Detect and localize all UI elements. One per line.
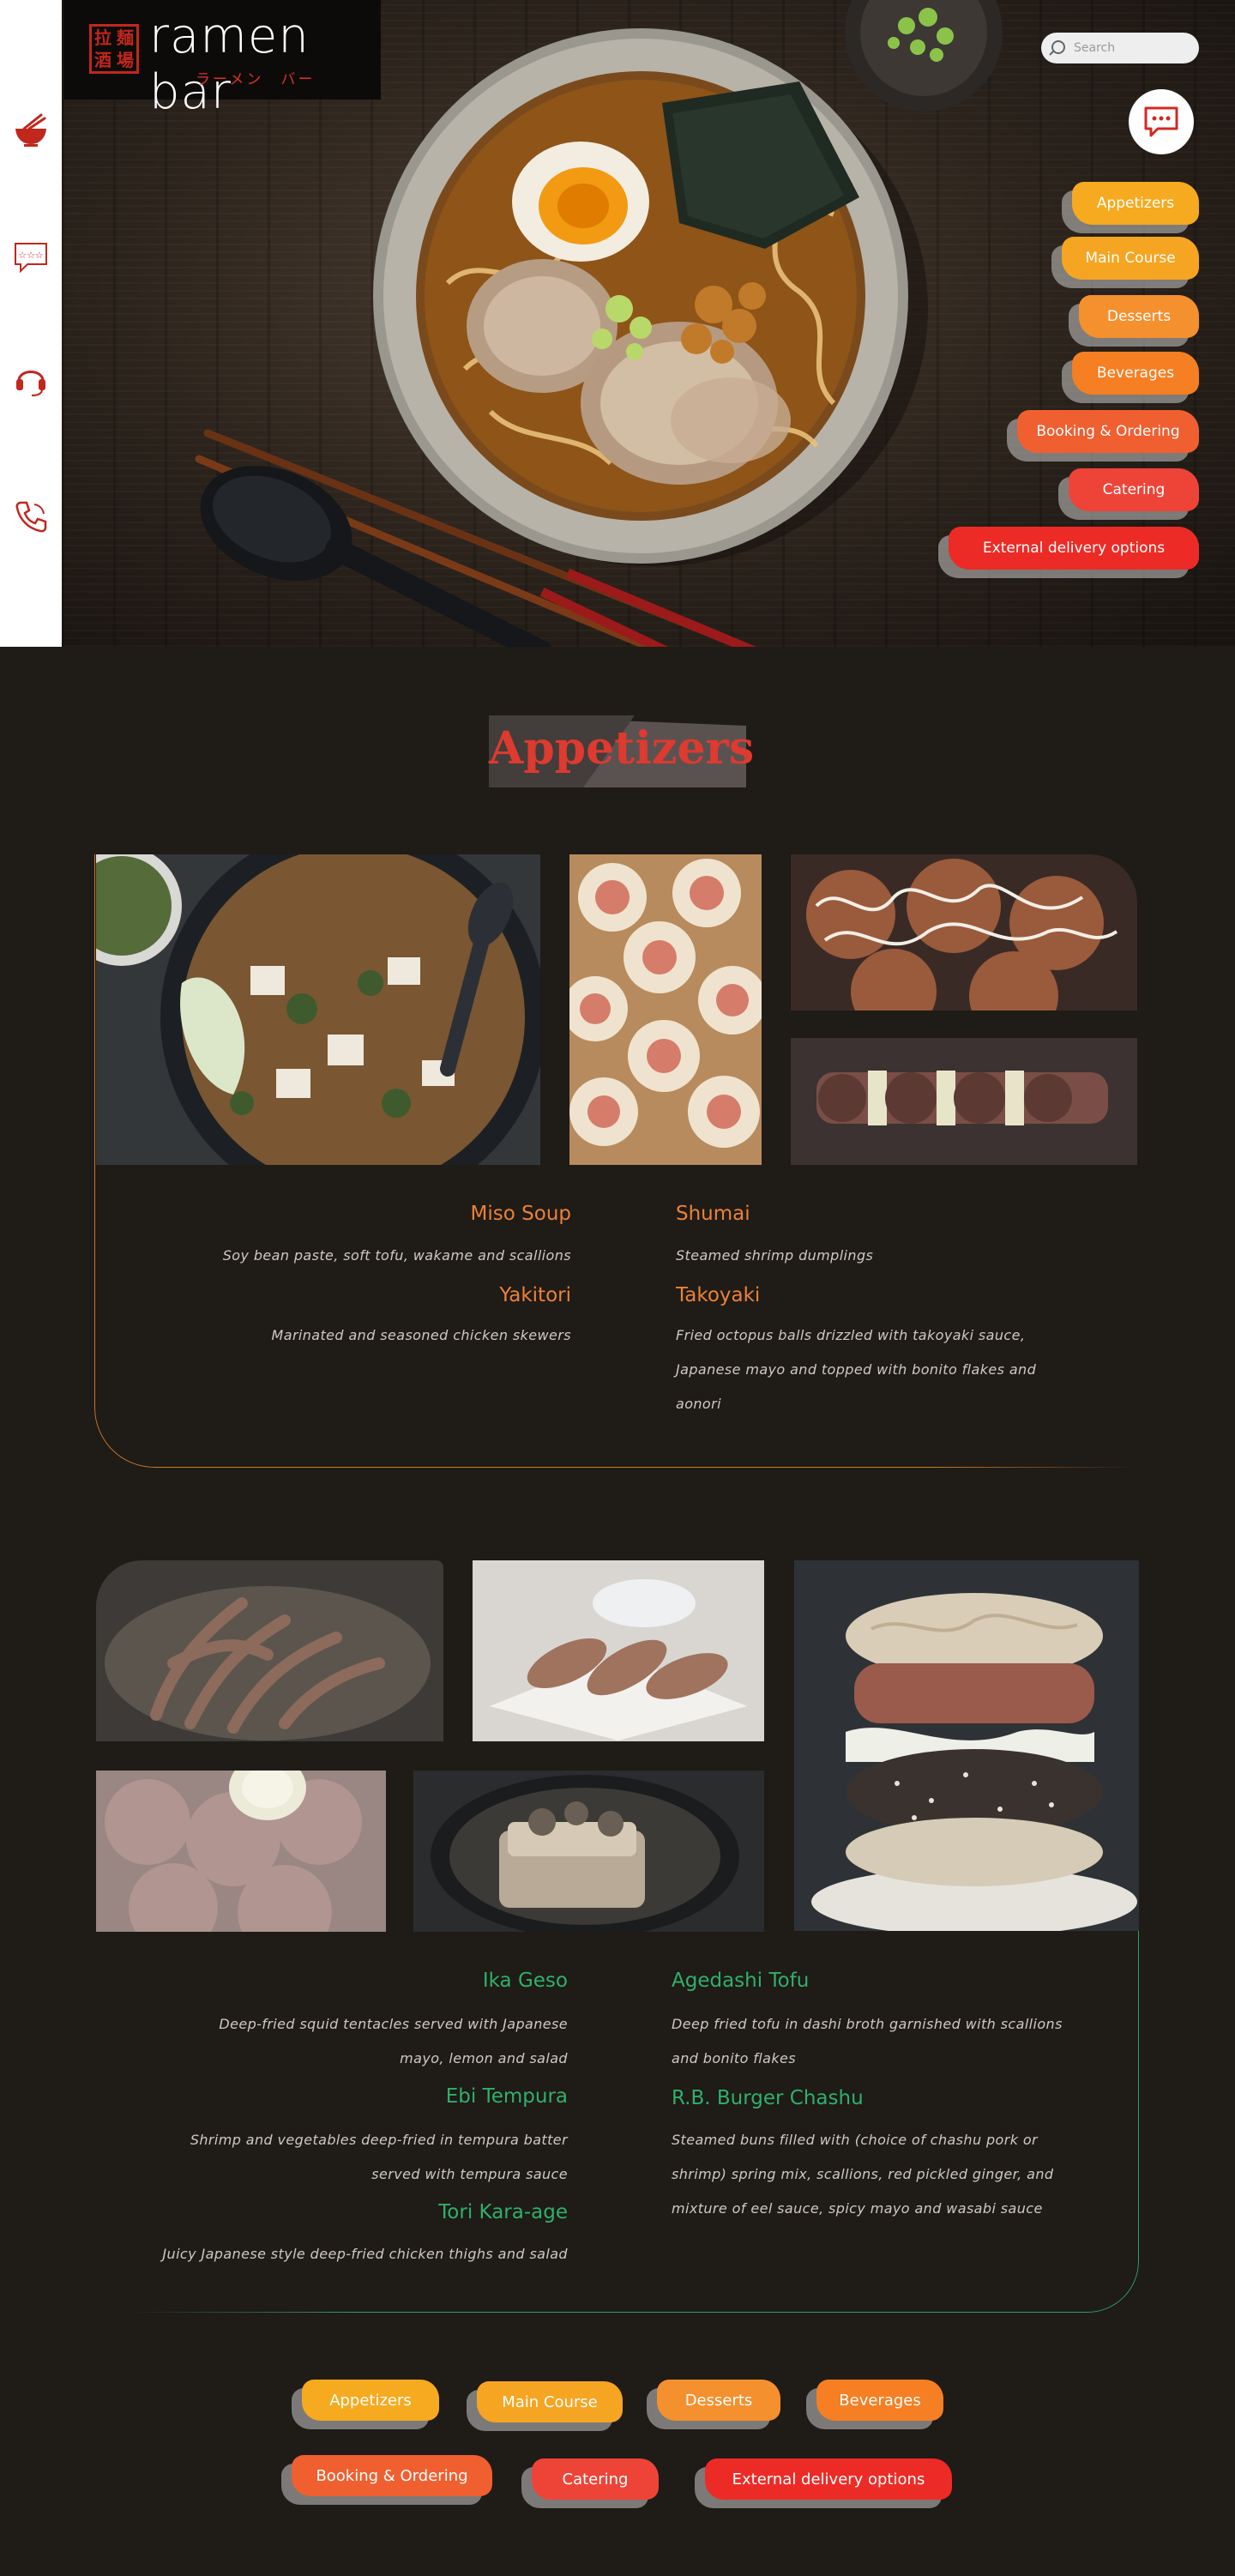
search-box[interactable] <box>1041 33 1199 63</box>
tori-karaage-photo <box>96 1771 386 1932</box>
brand-seal: 拉 麺 酒 場 <box>89 24 139 74</box>
svg-text:☆☆☆: ☆☆☆ <box>18 250 44 261</box>
item-name: Agedashi Tofu <box>672 1970 810 1992</box>
item-desc: Deep fried tofu in dashi broth garnished… <box>672 2007 1118 2076</box>
hero-nav-main-course[interactable]: Main Course <box>1062 237 1199 280</box>
item-desc: Deep-fried squid tentacles served with J… <box>129 2007 568 2076</box>
item-name: Ika Geso <box>482 1970 568 1992</box>
phone-icon[interactable] <box>12 498 50 535</box>
item-name: Ebi Tempura <box>445 2085 568 2108</box>
footer-nav-catering[interactable]: Catering <box>532 2458 659 2500</box>
brand-name: ramen bar <box>149 9 310 120</box>
brand-subtitle: ラーメン バー <box>196 71 316 88</box>
item-desc-line: Japanese mayo and topped with bonito fla… <box>676 1361 1037 1378</box>
ramen-bowl-icon[interactable] <box>12 112 50 149</box>
footer-nav-desserts[interactable]: Desserts <box>657 2380 780 2421</box>
item-desc-line: Deep-fried squid tentacles served with J… <box>219 2016 568 2032</box>
item-desc: Marinated and seasoned chicken skewers <box>271 1327 571 1343</box>
item-name: R.B. Burger Chashu <box>672 2087 864 2109</box>
footer-nav-beverages[interactable]: Beverages <box>816 2380 943 2421</box>
hero-nav-beverages[interactable]: Beverages <box>1072 352 1199 395</box>
item-name: Takoyaki <box>676 1284 761 1306</box>
item-desc: Juicy Japanese style deep-fried chicken … <box>162 2246 568 2262</box>
item-desc: Fried octopus balls drizzled with takoya… <box>676 1318 1122 1421</box>
item-name: Tori Kara-age <box>438 2201 568 2223</box>
item-desc-line: Shrimp and vegetables deep-fried in temp… <box>190 2132 568 2148</box>
chat-button[interactable] <box>1129 89 1194 154</box>
hero-nav-desserts[interactable]: Desserts <box>1079 295 1199 338</box>
ika-geso-photo <box>96 1560 443 1741</box>
hero-nav-booking[interactable]: Booking & Ordering <box>1017 410 1199 453</box>
item-desc-line: aonori <box>676 1396 721 1412</box>
seal-char: 拉 <box>94 27 111 48</box>
search-input[interactable] <box>1072 40 1187 56</box>
footer-nav-main-course[interactable]: Main Course <box>477 2381 623 2422</box>
item-desc-line: served with tempura sauce <box>371 2166 568 2182</box>
item-desc-line: Fried octopus balls drizzled with takoya… <box>676 1327 1026 1343</box>
item-name: Yakitori <box>499 1284 571 1306</box>
section-title: Appetizers <box>489 715 755 787</box>
shumai-photo <box>569 854 762 1165</box>
seal-char: 麺 <box>117 27 134 48</box>
item-desc: Steamed buns filled with (choice of chas… <box>672 2123 1118 2226</box>
yakitori-photo <box>791 1038 1137 1165</box>
ebi-tempura-photo <box>473 1560 764 1741</box>
brand-logo[interactable]: 拉 麺 酒 場 ramen bar ラーメン バー <box>63 0 381 120</box>
hero-nav-catering[interactable]: Catering <box>1069 468 1199 511</box>
side-rail: ☆☆☆ <box>0 0 62 647</box>
section-title-text: Appetizers <box>489 722 755 775</box>
search-icon <box>1049 40 1065 56</box>
item-desc-line: mayo, lemon and salad <box>400 2050 568 2066</box>
takoyaki-photo <box>791 854 1137 1010</box>
burger-chashu-photo <box>794 1560 1139 1931</box>
item-name: Shumai <box>676 1203 750 1225</box>
footer-nav-external-delivery[interactable]: External delivery options <box>705 2458 952 2500</box>
item-desc: Soy bean paste, soft tofu, wakame and sc… <box>222 1247 571 1264</box>
item-desc: Steamed shrimp dumplings <box>676 1247 874 1264</box>
hero-nav-appetizers[interactable]: Appetizers <box>1072 182 1199 225</box>
miso-soup-photo <box>96 854 540 1165</box>
hero-banner: 拉 麺 酒 場 ramen bar ラーメン バー Appetizers Mai… <box>62 0 1235 647</box>
item-desc-line: mixture of eel sauce, spicy mayo and was… <box>672 2200 1043 2217</box>
hero-nav-external-delivery[interactable]: External delivery options <box>949 527 1199 570</box>
chat-icon <box>1144 106 1178 137</box>
item-desc-line: and bonito flakes <box>672 2050 796 2066</box>
footer-nav-appetizers[interactable]: Appetizers <box>302 2380 439 2421</box>
seal-char: 場 <box>117 50 134 70</box>
agedashi-tofu-photo <box>413 1771 764 1932</box>
footer-nav-booking[interactable]: Booking & Ordering <box>292 2455 492 2496</box>
item-name: Miso Soup <box>470 1203 571 1225</box>
headset-icon[interactable] <box>12 360 50 398</box>
item-desc-line: Steamed buns filled with (choice of chas… <box>672 2132 1039 2148</box>
item-desc-line: shrimp) spring mix, scallions, red pickl… <box>672 2166 1054 2182</box>
item-desc-line: Deep fried tofu in dashi broth garnished… <box>672 2016 1063 2032</box>
item-desc: Shrimp and vegetables deep-fried in temp… <box>120 2123 568 2192</box>
seal-char: 酒 <box>94 50 111 70</box>
review-stars-icon[interactable]: ☆☆☆ <box>12 238 50 276</box>
